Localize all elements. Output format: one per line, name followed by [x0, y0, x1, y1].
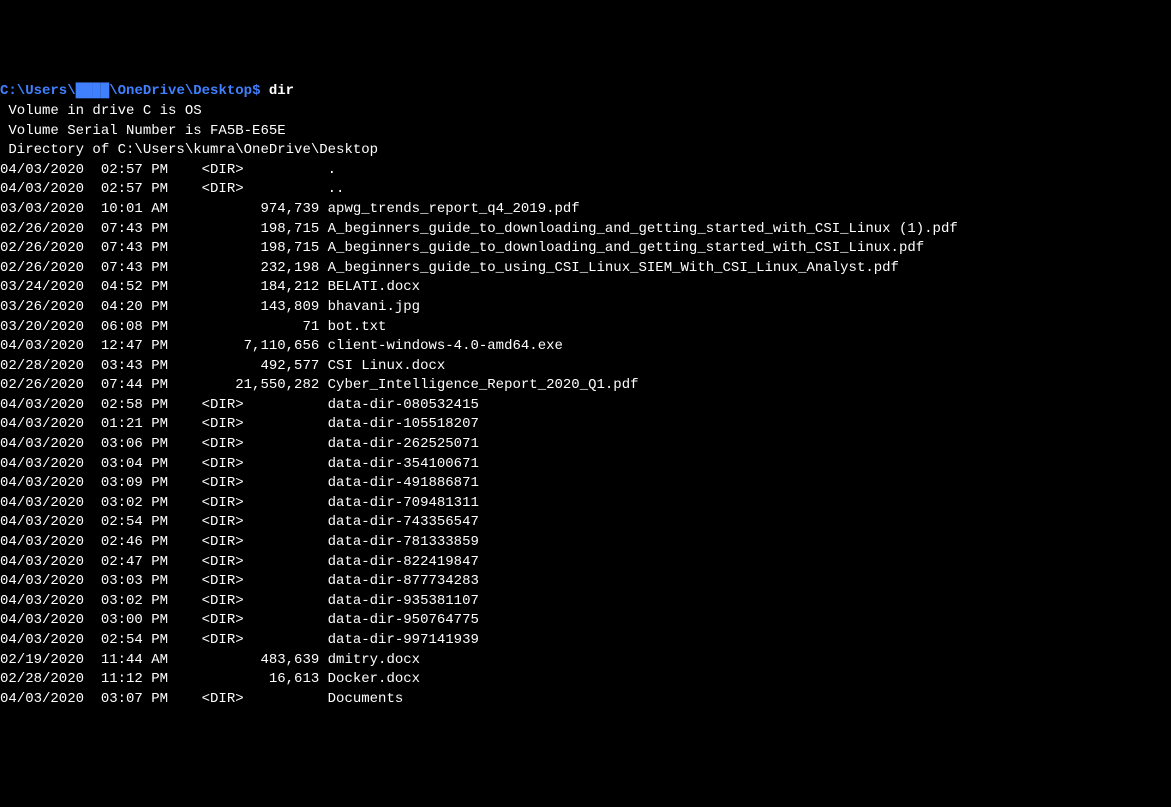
dir-entry: 04/03/2020 03:09 PM <DIR> data-dir-49188…: [0, 474, 1171, 494]
dir-entry: 04/03/2020 03:02 PM <DIR> data-dir-70948…: [0, 494, 1171, 514]
dir-entry: 03/03/2020 10:01 AM 974,739 apwg_trends_…: [0, 200, 1171, 220]
dir-entry: 04/03/2020 02:46 PM <DIR> data-dir-78133…: [0, 533, 1171, 553]
dir-entry: 04/03/2020 03:04 PM <DIR> data-dir-35410…: [0, 455, 1171, 475]
dir-entry: 04/03/2020 02:54 PM <DIR> data-dir-74335…: [0, 513, 1171, 533]
dir-entry: 04/03/2020 01:21 PM <DIR> data-dir-10551…: [0, 415, 1171, 435]
dir-entry: 04/03/2020 03:00 PM <DIR> data-dir-95076…: [0, 611, 1171, 631]
dir-entry: 04/03/2020 03:07 PM <DIR> Documents: [0, 690, 1171, 710]
dir-entry: 04/03/2020 02:47 PM <DIR> data-dir-82241…: [0, 553, 1171, 573]
directory-of: Directory of C:\Users\kumra\OneDrive\Des…: [0, 141, 1171, 161]
dir-entry: 04/03/2020 02:58 PM <DIR> data-dir-08053…: [0, 396, 1171, 416]
dir-entry: 03/24/2020 04:52 PM 184,212 BELATI.docx: [0, 278, 1171, 298]
dir-entry: 02/19/2020 11:44 AM 483,639 dmitry.docx: [0, 651, 1171, 671]
prompt-path-suffix: \OneDrive\Desktop: [109, 83, 252, 99]
dir-entry: 02/26/2020 07:43 PM 198,715 A_beginners_…: [0, 220, 1171, 240]
dir-entry: 02/26/2020 07:44 PM 21,550,282 Cyber_Int…: [0, 376, 1171, 396]
prompt-dollar: $: [252, 83, 260, 99]
dir-entry: 02/26/2020 07:43 PM 198,715 A_beginners_…: [0, 239, 1171, 259]
volume-serial: Volume Serial Number is FA5B-E65E: [0, 122, 1171, 142]
dir-entry: 03/26/2020 04:20 PM 143,809 bhavani.jpg: [0, 298, 1171, 318]
terminal-output[interactable]: C:\Users\████\OneDrive\Desktop$ dir Volu…: [0, 82, 1171, 709]
dir-entry: 02/26/2020 07:43 PM 232,198 A_beginners_…: [0, 259, 1171, 279]
dir-entry: 04/03/2020 02:54 PM <DIR> data-dir-99714…: [0, 631, 1171, 651]
dir-entry: 04/03/2020 03:03 PM <DIR> data-dir-87773…: [0, 572, 1171, 592]
dir-entry: 04/03/2020 03:06 PM <DIR> data-dir-26252…: [0, 435, 1171, 455]
directory-listing: 04/03/2020 02:57 PM <DIR> .04/03/2020 02…: [0, 161, 1171, 710]
dir-entry: 04/03/2020 02:57 PM <DIR> ..: [0, 180, 1171, 200]
volume-label: Volume in drive C is OS: [0, 102, 1171, 122]
dir-entry: 03/20/2020 06:08 PM 71 bot.txt: [0, 318, 1171, 338]
prompt-line: C:\Users\████\OneDrive\Desktop$ dir: [0, 82, 1171, 102]
dir-entry: 04/03/2020 12:47 PM 7,110,656 client-win…: [0, 337, 1171, 357]
command-text: dir: [269, 83, 294, 99]
prompt-path-prefix: C:\Users\: [0, 83, 76, 99]
dir-entry: 04/03/2020 03:02 PM <DIR> data-dir-93538…: [0, 592, 1171, 612]
prompt-obscured-user: ████: [76, 83, 110, 99]
dir-entry: 02/28/2020 03:43 PM 492,577 CSI Linux.do…: [0, 357, 1171, 377]
dir-entry: 04/03/2020 02:57 PM <DIR> .: [0, 161, 1171, 181]
